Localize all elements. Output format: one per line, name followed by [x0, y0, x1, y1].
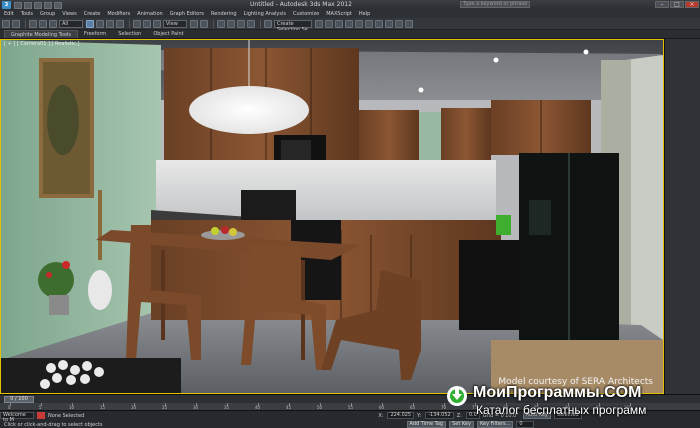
unlink-icon[interactable] [39, 19, 47, 28]
site-watermark: МоиПрограммы.COM Каталог бесплатных прог… [445, 384, 700, 428]
layer-manager-icon[interactable] [335, 19, 343, 28]
toolbar-divider [25, 19, 26, 28]
camera-viewport[interactable]: [ + ] [ Camera01 ] [ Realistic ] Model c… [0, 39, 664, 394]
save-file-icon[interactable] [34, 1, 42, 9]
reference-coordinate-dropdown[interactable]: View [163, 19, 187, 28]
material-editor-icon[interactable] [375, 19, 383, 28]
named-selection-set-dropdown[interactable]: Create Selection Se [274, 19, 312, 33]
graphite-toggle-icon[interactable] [345, 19, 353, 28]
menu-item-create[interactable]: Create [84, 11, 101, 17]
rotate-icon[interactable] [143, 19, 151, 28]
menu-item-maxscript[interactable]: MAXScript [326, 11, 352, 17]
link-icon[interactable] [29, 19, 37, 28]
open-file-icon[interactable] [24, 1, 32, 9]
percent-snap-icon[interactable] [237, 19, 245, 28]
maxscript-error-icon [37, 412, 45, 419]
menu-item-animation[interactable]: Animation [137, 11, 163, 17]
mirror-icon[interactable] [315, 19, 323, 28]
main-toolbar: All View Create Selection Se [0, 18, 700, 33]
pivot-point-icon[interactable] [190, 19, 198, 28]
redo-icon[interactable] [54, 1, 62, 9]
bind-space-warp-icon[interactable] [49, 19, 57, 28]
redo-button[interactable] [12, 19, 20, 28]
tab-selection[interactable]: Selection [112, 30, 147, 38]
menu-item-tools[interactable]: Tools [21, 11, 33, 17]
rectangular-selection-icon[interactable] [106, 19, 114, 28]
x-coordinate-field[interactable]: 224.025 [387, 412, 415, 419]
close-button[interactable]: × [685, 1, 699, 8]
manipulate-icon[interactable] [200, 19, 208, 28]
watermark-title: МоиПрограммы.COM [473, 384, 642, 401]
schematic-view-icon[interactable] [365, 19, 373, 28]
minimize-button[interactable]: – [655, 1, 669, 8]
undo-button[interactable] [2, 19, 10, 28]
menu-bar: Edit Tools Group Views Create Modifiers … [0, 10, 700, 18]
menu-item-group[interactable]: Group [40, 11, 55, 17]
select-by-name-icon[interactable] [96, 19, 104, 28]
select-object-icon[interactable] [86, 19, 94, 28]
window-title: Untitled - Autodesk 3ds Max 2012 [250, 1, 352, 8]
tab-graphite-modeling-tools[interactable]: Graphite Modeling Tools [4, 30, 79, 38]
align-icon[interactable] [325, 19, 333, 28]
rendered-frame-window-icon[interactable] [395, 19, 403, 28]
snaps-toggle-icon[interactable] [217, 19, 225, 28]
selection-status: None Selected [48, 412, 85, 419]
tab-object-paint[interactable]: Object Paint [147, 30, 189, 38]
curve-editor-icon[interactable] [355, 19, 363, 28]
search-input[interactable]: Type a keyword or phrase [460, 1, 530, 8]
menu-item-lighting-analysis[interactable]: Lighting Analysis [244, 11, 286, 17]
menu-item-rendering[interactable]: Rendering [211, 11, 237, 17]
rendered-kitchen-scene [1, 40, 663, 393]
edit-named-selection-icon[interactable] [264, 19, 272, 28]
title-bar: 3 Untitled - Autodesk 3ds Max 2012 Type … [0, 0, 700, 10]
angle-snap-icon[interactable] [227, 19, 235, 28]
viewport-label[interactable]: [ + ] [ Camera01 ] [ Realistic ] [4, 41, 79, 47]
ribbon: Graphite Modeling Tools Freeform Selecti… [0, 30, 700, 39]
toolbar-divider [129, 19, 130, 28]
tab-freeform[interactable]: Freeform [78, 30, 112, 38]
watermark-subtitle: Каталог бесплатных программ [476, 403, 647, 417]
toolbar-divider [213, 19, 214, 28]
command-panel[interactable] [664, 39, 700, 394]
status-prompt: Click or click-and-drag to select object… [4, 421, 103, 428]
toolbar-divider [260, 19, 261, 28]
menu-item-modifiers[interactable]: Modifiers [107, 11, 130, 17]
render-setup-icon[interactable] [385, 19, 393, 28]
new-file-icon[interactable] [14, 1, 22, 9]
menu-item-graph-editors[interactable]: Graph Editors [170, 11, 204, 17]
menu-item-edit[interactable]: Edit [4, 11, 14, 17]
undo-icon[interactable] [44, 1, 52, 9]
spinner-snap-icon[interactable] [247, 19, 255, 28]
menu-item-customize[interactable]: Customize [293, 11, 319, 17]
menu-item-help[interactable]: Help [359, 11, 370, 17]
maximize-button[interactable]: □ [670, 1, 684, 8]
x-axis-label: X: [378, 412, 384, 419]
selection-filter-dropdown[interactable]: All [59, 19, 83, 28]
download-arrow-icon [452, 389, 462, 400]
render-production-icon[interactable] [405, 19, 413, 28]
maxscript-listener[interactable]: Welcome to M [0, 412, 34, 423]
menu-item-views[interactable]: Views [62, 11, 76, 17]
add-time-tag-button[interactable]: Add Time Tag [406, 421, 447, 428]
y-axis-label: Y: [417, 412, 422, 419]
window-crossing-icon[interactable] [116, 19, 124, 28]
time-slider-handle[interactable]: 0 / 100 [4, 396, 34, 403]
move-icon[interactable] [133, 19, 141, 28]
scale-icon[interactable] [153, 19, 161, 28]
app-logo-icon[interactable]: 3 [2, 1, 11, 9]
